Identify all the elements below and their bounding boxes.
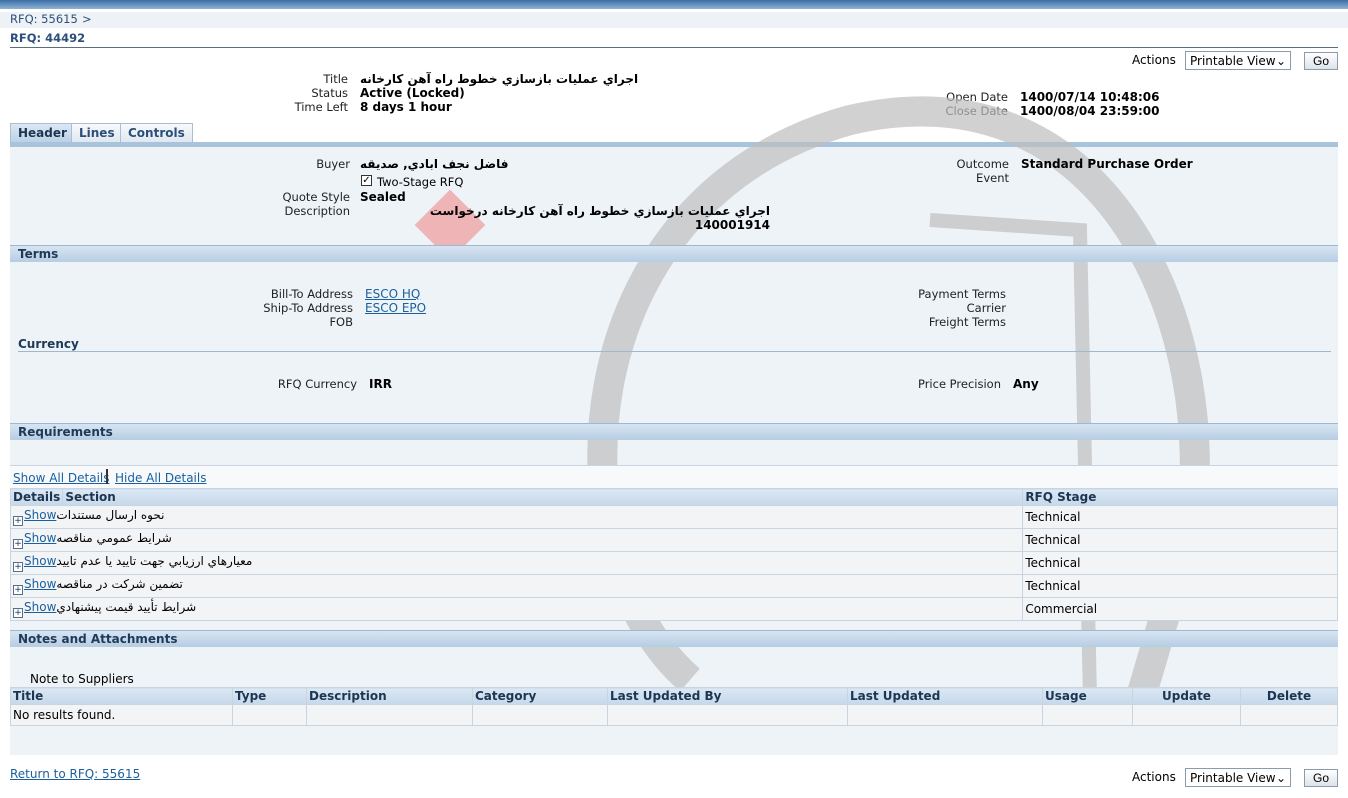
table-row: + Showشرايط تأييد قيمت پيشنهادي Commercial: [9, 597, 1338, 621]
column-header-last-updated: Last Updated: [847, 687, 1043, 705]
actions-select[interactable]: Printable View ⌄: [1185, 768, 1291, 787]
expand-icon[interactable]: +: [13, 539, 23, 549]
table-row: + Showمعيارهاي ارزيابي جهت تاييد يا عدم ت…: [9, 551, 1338, 575]
details-toggle-bar: Show All Details Hide All Details: [10, 465, 1338, 488]
show-link[interactable]: Show: [24, 600, 56, 614]
show-all-details-link[interactable]: Show All Details: [13, 471, 110, 485]
column-header-description: Description: [306, 687, 473, 705]
page-title: RFQ: 44492: [10, 31, 86, 45]
breadcrumb-parent-link[interactable]: RFQ: 55615: [10, 12, 78, 26]
divider: [10, 47, 1338, 48]
expand-icon[interactable]: +: [13, 608, 23, 618]
actions-selected: Printable View: [1190, 54, 1276, 68]
rfq-stage-cell: Commercial: [1022, 597, 1338, 621]
requirements-table: Details Section RFQ Stage + Showنحوه ارسا…: [9, 488, 1338, 621]
chevron-down-icon: ⌄: [1275, 54, 1286, 68]
tab-lines[interactable]: Lines: [71, 123, 123, 143]
column-header-usage: Usage: [1042, 687, 1133, 705]
expand-icon[interactable]: +: [13, 516, 23, 526]
show-link[interactable]: Show: [24, 508, 56, 522]
return-link[interactable]: Return to RFQ: 55615: [10, 767, 140, 781]
empty-message: No results found.: [10, 704, 233, 726]
event-label: Event: [976, 171, 1009, 185]
rfq-currency-label: RFQ Currency: [277, 377, 357, 391]
section-cell: + Showشرايط تأييد قيمت پيشنهادي: [9, 597, 1024, 621]
rfq-currency-value: IRR: [369, 377, 392, 391]
section-name: شرايط تأييد قيمت پيشنهادي: [56, 600, 197, 614]
currency-subheader: Currency: [18, 337, 79, 351]
buyer-label: Buyer: [316, 157, 350, 171]
tab-header[interactable]: Header: [10, 123, 75, 143]
two-stage-label: Two-Stage RFQ: [377, 175, 464, 189]
payment-terms-label: Payment Terms: [918, 287, 1006, 301]
column-header-rfq-stage: RFQ Stage: [1022, 488, 1338, 506]
column-header-delete: Delete: [1240, 687, 1338, 705]
rfq-stage-cell: Technical: [1022, 574, 1338, 598]
quote-style-label: Quote Style: [282, 190, 350, 204]
section-name: نحوه ارسال مستندات: [56, 508, 165, 522]
column-header-type: Type: [232, 687, 307, 705]
price-precision-value: Any: [1013, 377, 1039, 391]
column-header-last-updated-by: Last Updated By: [607, 687, 848, 705]
bill-to-link[interactable]: ESCO HQ: [365, 287, 420, 301]
actions-selected: Printable View: [1190, 771, 1276, 785]
bill-to-label: Bill-To Address: [270, 287, 353, 301]
rfq-stage-cell: Technical: [1022, 505, 1338, 529]
quote-style-value: Sealed: [360, 190, 406, 204]
ship-to-label: Ship-To Address: [263, 301, 353, 315]
column-header-section: Section: [62, 488, 1024, 506]
actions-label: Actions: [1132, 53, 1176, 67]
attachments-table: Title Type Description Category Last Updated…: [10, 687, 1338, 726]
column-header-update: Update: [1132, 687, 1241, 705]
freight-terms-label: Freight Terms: [928, 315, 1006, 329]
column-header-details: Details: [9, 488, 64, 506]
separator: [106, 469, 108, 484]
description-label: Description: [284, 204, 351, 218]
price-precision-label: Price Precision: [917, 377, 1001, 391]
hide-all-details-link[interactable]: Hide All Details: [115, 471, 206, 485]
top-banner: [0, 0, 1348, 9]
section-cell: + Showمعيارهاي ارزيابي جهت تاييد يا عدم ت…: [9, 551, 1024, 575]
section-cell: + Showشرايط عمومي مناقصه: [9, 528, 1024, 552]
expand-icon[interactable]: +: [13, 562, 23, 572]
section-name: شرايط عمومي مناقصه: [56, 531, 172, 545]
outcome-label: Outcome: [956, 157, 1010, 171]
divider: [18, 351, 1331, 352]
note-to-suppliers-label: Note to Suppliers: [30, 672, 134, 686]
two-stage-checkbox[interactable]: ✓: [361, 175, 372, 186]
fob-label: FOB: [329, 315, 353, 329]
go-button[interactable]: Go: [1304, 52, 1339, 70]
terms-section-header: Terms: [10, 245, 1338, 262]
chevron-down-icon: ⌄: [1275, 771, 1286, 785]
carrier-label: Carrier: [966, 301, 1006, 315]
requirements-section-header: Requirements: [10, 423, 1338, 440]
section-cell: + Showنحوه ارسال مستندات: [9, 505, 1024, 529]
show-link[interactable]: Show: [24, 554, 56, 568]
notes-section-header: Notes and Attachments: [10, 630, 1338, 647]
rfq-stage-cell: Technical: [1022, 528, 1338, 552]
section-name: تضمين شركت در مناقصه: [56, 577, 183, 591]
buyer-value: فاضل نجف ابادي, صديقه: [360, 157, 509, 171]
table-row: + Showتضمين شركت در مناقصه Technical: [9, 574, 1338, 598]
actions-select[interactable]: Printable View ⌄: [1185, 51, 1291, 70]
rfq-stage-cell: Technical: [1022, 551, 1338, 575]
table-row: + Showنحوه ارسال مستندات Technical: [9, 505, 1338, 529]
watermark-logo: [414, 96, 1210, 707]
outcome-value: Standard Purchase Order: [1021, 157, 1193, 171]
column-header-title: Title: [10, 687, 233, 705]
show-link[interactable]: Show: [24, 577, 56, 591]
show-link[interactable]: Show: [24, 531, 56, 545]
section-cell: + Showتضمين شركت در مناقصه: [9, 574, 1024, 598]
expand-icon[interactable]: +: [13, 585, 23, 595]
column-header-category: Category: [472, 687, 608, 705]
description-value: اجراي عمليات بازسازي خطوط راه آهن كارخان…: [429, 204, 770, 232]
actions-label: Actions: [1132, 770, 1176, 784]
table-row: No results found.: [10, 704, 1338, 726]
breadcrumb: RFQ: 55615 >: [0, 12, 1348, 28]
go-button[interactable]: Go: [1304, 769, 1339, 787]
ship-to-link[interactable]: ESCO EPO: [365, 301, 426, 315]
section-name: معيارهاي ارزيابي جهت تاييد يا عدم تاييد: [56, 554, 253, 568]
breadcrumb-separator: >: [82, 12, 92, 26]
table-row: + Showشرايط عمومي مناقصه Technical: [9, 528, 1338, 552]
